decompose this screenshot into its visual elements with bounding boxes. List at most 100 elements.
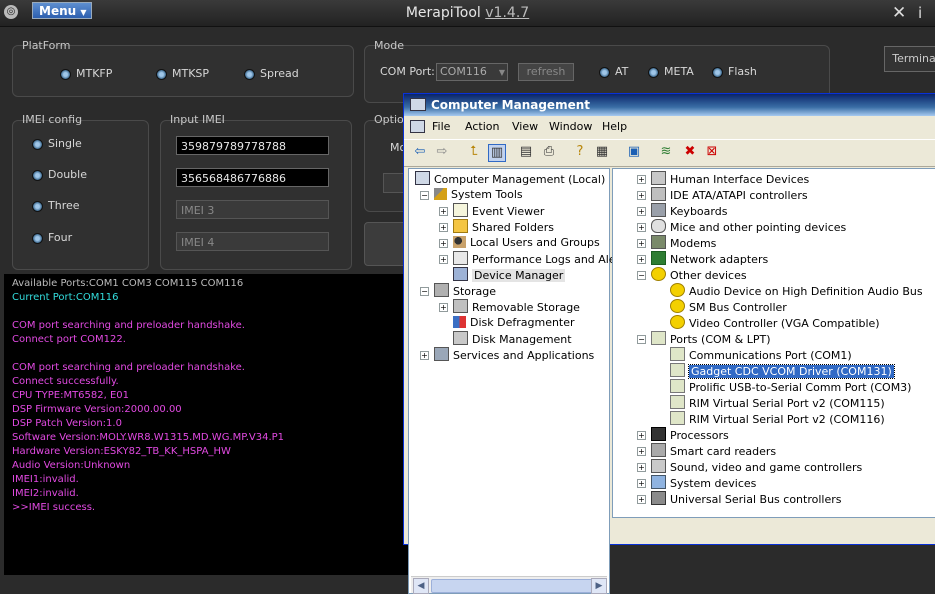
radio-three[interactable] [32,201,43,212]
device-item[interactable]: Ports (COM & LPT) [651,331,771,347]
device-item[interactable]: RIM Virtual Serial Port v2 (COM115) [670,395,885,411]
tree-item[interactable]: Storage [434,283,496,299]
device-item[interactable]: Human Interface Devices [651,171,809,187]
device-item[interactable]: Network adapters [651,251,768,267]
expand-icon[interactable]: + [439,255,448,264]
help-topic-icon[interactable]: ▦ [594,144,610,160]
expand-icon[interactable]: + [637,223,646,232]
tree-item[interactable]: Local Users and Groups [453,235,600,251]
radio-spread[interactable] [244,69,255,80]
collapse-icon[interactable]: − [637,271,646,280]
expand-icon[interactable]: + [637,447,646,456]
device-item[interactable]: Mice and other pointing devices [651,219,846,235]
scroll-thumb[interactable] [431,579,593,593]
expand-icon[interactable]: + [637,463,646,472]
expand-icon[interactable]: + [637,175,646,184]
properties-icon[interactable]: ▤ [518,144,534,160]
imei3-input[interactable]: IMEI 3 [176,200,329,219]
tree-item[interactable]: System Tools [434,187,523,203]
refresh-button[interactable]: refresh [518,63,574,81]
scroll-right-icon[interactable]: ▶ [591,578,607,594]
imei4-input[interactable]: IMEI 4 [176,232,329,251]
expand-icon[interactable]: + [439,223,448,232]
radio-meta[interactable] [648,67,659,78]
menu-action[interactable]: Action [465,120,499,133]
device-item[interactable]: Gadget CDC VCOM Driver (COM131) [670,363,895,379]
up-folder-icon[interactable]: ⮤ [466,144,482,160]
menu-window[interactable]: Window [549,120,592,133]
collapse-icon[interactable]: − [420,191,429,200]
imei1-input[interactable]: 359879789778788 [176,136,329,155]
expand-icon[interactable]: + [439,239,448,248]
device-item[interactable]: System devices [651,475,756,491]
device-item[interactable]: Communications Port (COM1) [670,347,852,363]
disable-device-icon[interactable]: ✖ [682,144,698,160]
forward-icon[interactable]: ⇨ [434,144,450,160]
close-icon[interactable]: ✕ [892,3,906,23]
back-icon[interactable]: ⇦ [412,144,428,160]
device-item[interactable]: Prolific USB-to-Serial Comm Port (COM3) [670,379,911,395]
scan-hardware-icon[interactable]: ▣ [626,144,642,160]
update-driver-icon[interactable]: ≋ [658,144,674,160]
radio-at[interactable] [599,67,610,78]
device-item[interactable]: SM Bus Controller [670,299,787,315]
help-icon[interactable]: ? [572,144,588,160]
device-item[interactable]: Smart card readers [651,443,776,459]
tree-item[interactable]: Removable Storage [453,299,580,315]
menu-view[interactable]: View [512,120,538,133]
tree-item[interactable]: Disk Management [453,331,572,347]
uninstall-device-icon[interactable]: ⊠ [704,144,720,160]
expand-icon[interactable]: + [420,351,429,360]
radio-mtksp[interactable] [156,69,167,80]
show-hide-tree-icon[interactable]: ▥ [488,144,506,162]
radio-four[interactable] [32,233,43,244]
tree-item[interactable]: Event Viewer [453,203,544,219]
device-item[interactable]: RIM Virtual Serial Port v2 (COM116) [670,411,885,427]
expand-icon[interactable]: + [439,303,448,312]
expand-icon[interactable]: + [637,479,646,488]
tree-item[interactable]: Computer Management (Local) [415,171,605,187]
tree-item[interactable]: Device Manager [453,267,566,283]
info-icon[interactable]: i [918,4,922,22]
expand-icon[interactable]: + [637,431,646,440]
radio-meta-label: META [664,65,694,78]
imei2-input[interactable]: 356568486776886 [176,168,329,187]
tree-item[interactable]: Services and Applications [434,347,594,363]
collapse-icon[interactable]: − [420,287,429,296]
tree-item[interactable]: Disk Defragmenter [453,315,575,331]
cm-titlebar[interactable]: Computer Management [404,94,935,116]
expand-icon[interactable]: + [637,239,646,248]
device-item-label: Ports (COM & LPT) [670,333,771,346]
unknown-device-icon [670,283,685,297]
device-item[interactable]: Keyboards [651,203,727,219]
com-port-select[interactable]: COM116 ▼ [436,63,508,81]
cm-menu-icon[interactable] [410,120,425,133]
radio-double[interactable] [32,170,43,181]
tree-item[interactable]: Performance Logs and Alerts [453,251,630,267]
device-item[interactable]: IDE ATA/ATAPI controllers [651,187,808,203]
print-icon[interactable]: ⎙ [541,144,557,160]
horizontal-scrollbar[interactable]: ◀ ▶ [411,576,607,594]
device-item[interactable]: Sound, video and game controllers [651,459,862,475]
radio-mtkfp[interactable] [60,69,71,80]
tree-item-label: Services and Applications [453,349,595,362]
expand-icon[interactable]: + [439,207,448,216]
collapse-icon[interactable]: − [637,335,646,344]
expand-icon[interactable]: + [637,207,646,216]
expand-icon[interactable]: + [637,495,646,504]
device-item[interactable]: Video Controller (VGA Compatible) [670,315,880,331]
expand-icon[interactable]: + [637,255,646,264]
expand-icon[interactable]: + [637,191,646,200]
device-item[interactable]: Universal Serial Bus controllers [651,491,841,507]
menu-help[interactable]: Help [602,120,627,133]
radio-single[interactable] [32,139,43,150]
terminal-button[interactable]: Termina [884,46,935,72]
device-item[interactable]: Processors [651,427,729,443]
device-item[interactable]: Audio Device on High Definition Audio Bu… [670,283,923,299]
radio-flash[interactable] [712,67,723,78]
device-item[interactable]: Other devices [651,267,747,283]
menu-file[interactable]: File [432,120,450,133]
tree-item[interactable]: Shared Folders [453,219,554,235]
device-item[interactable]: Modems [651,235,716,251]
scroll-left-icon[interactable]: ◀ [413,578,429,594]
